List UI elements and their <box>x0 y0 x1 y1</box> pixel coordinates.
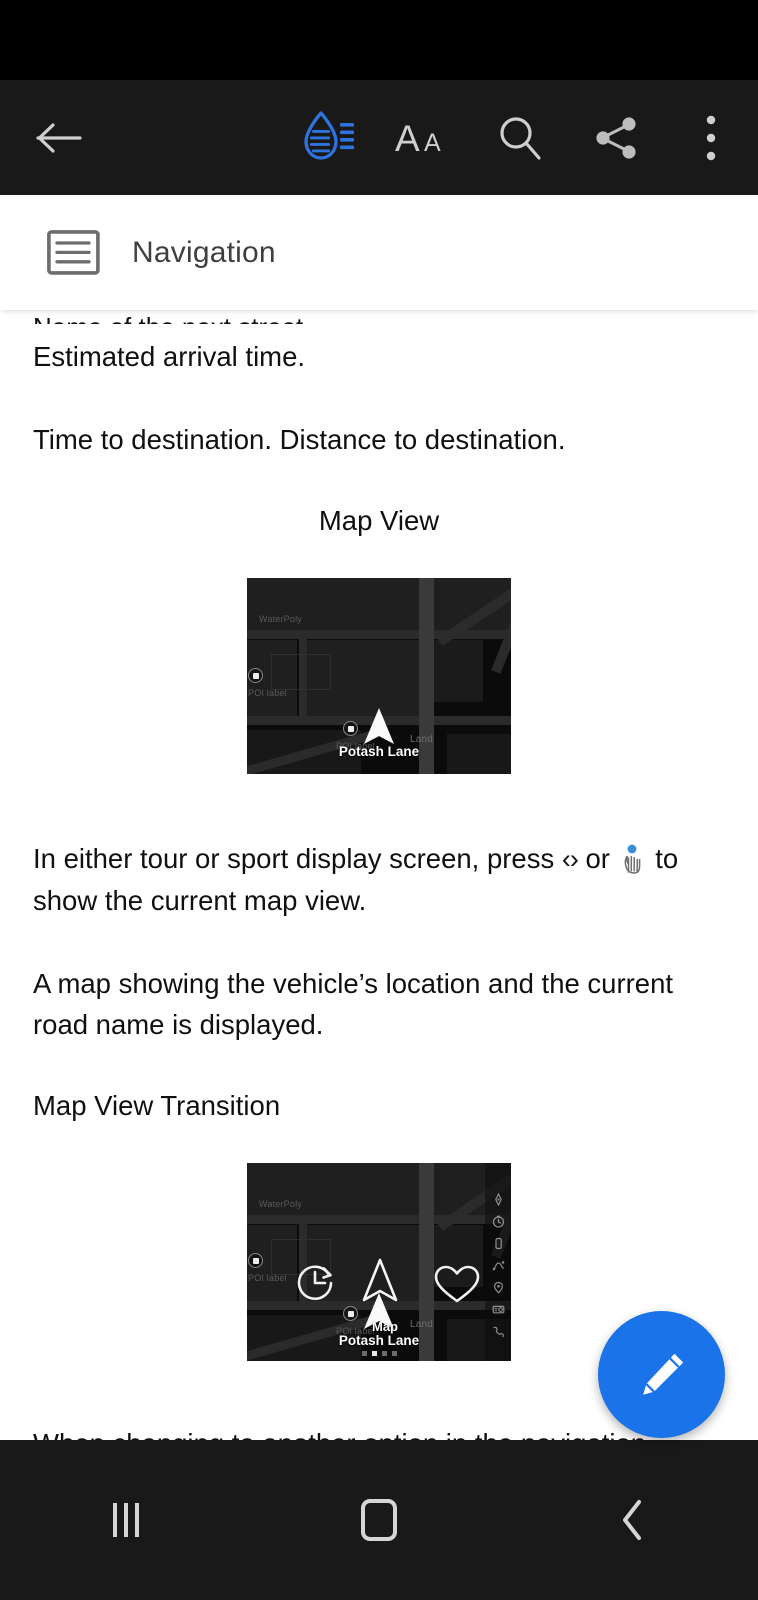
map-label-waterpoly: WaterPoly <box>259 614 302 624</box>
map2-label-waterpoly: WaterPoly <box>259 1199 302 1209</box>
vehicle-arrow-icon <box>361 706 397 748</box>
instruction-middle: or <box>577 843 618 874</box>
chevron-pair-glyph: ‹› <box>561 844 579 874</box>
search-button[interactable] <box>472 80 568 195</box>
page-indicator-dots[interactable] <box>247 1351 511 1356</box>
route-icon[interactable] <box>492 1259 505 1272</box>
phone-device-icon[interactable] <box>492 1237 505 1250</box>
page-dot-active[interactable] <box>371 1351 377 1356</box>
back-chevron-icon <box>619 1498 645 1542</box>
poi-marker-left <box>248 668 263 683</box>
text-size-button[interactable]: A A <box>376 80 472 195</box>
favorites-heart-icon[interactable] <box>433 1263 481 1305</box>
page-dot[interactable] <box>381 1351 387 1356</box>
page-title: Navigation <box>132 235 276 269</box>
reading-theme-button[interactable] <box>280 80 376 195</box>
water-drop-reading-mode-icon <box>300 109 356 167</box>
search-icon <box>495 113 545 163</box>
document-list-icon <box>47 230 100 275</box>
overflow-menu-button[interactable] <box>664 80 758 195</box>
status-bar <box>0 0 758 80</box>
map-view-image: WaterPoly POI label POI label Land Potas… <box>247 578 511 774</box>
compass-icon[interactable] <box>492 1193 505 1206</box>
map-view-transition-image: WaterPoly POI label POI label Land Map P… <box>247 1163 511 1361</box>
recent-history-icon[interactable] <box>293 1259 337 1303</box>
toolbar-back-button[interactable] <box>0 80 118 195</box>
svg-text:A: A <box>424 129 441 157</box>
clipped-previous-line: Name of the next street. <box>33 310 725 324</box>
map-option-rail[interactable] <box>485 1163 511 1361</box>
phone-call-icon[interactable] <box>492 1325 505 1338</box>
nav-home-button[interactable] <box>253 1440 506 1600</box>
caption-map-view: Map View <box>318 505 440 536</box>
phone-screen: A A Navigation Estimated arrival time. T… <box>0 0 758 1600</box>
map-mode-name: Map <box>372 1319 398 1334</box>
map2-road-name: Potash Lane <box>338 1333 420 1348</box>
edit-fab-button[interactable] <box>598 1311 725 1438</box>
poi-marker-center <box>343 1306 358 1321</box>
svg-text:A: A <box>395 118 420 159</box>
map2-label-poi-left: POI label <box>248 1273 287 1283</box>
map2-label-land: Land <box>410 1319 434 1330</box>
system-navigation-bar <box>0 1440 758 1600</box>
paragraph-estimated-arrival: Estimated arrival time. <box>33 341 306 372</box>
pencil-edit-icon <box>634 1347 690 1403</box>
location-pin-icon[interactable] <box>492 1281 505 1294</box>
app-toolbar: A A <box>0 80 758 195</box>
subheading-map-view-transition: Map View Transition <box>33 1090 281 1121</box>
paragraph-press-instruction: In either tour or sport display screen, … <box>33 838 725 921</box>
document-section-header[interactable]: Navigation <box>0 195 758 310</box>
page-dot[interactable] <box>361 1351 367 1356</box>
nav-back-button[interactable] <box>505 1440 758 1600</box>
document-content[interactable]: Name of the next street. Estimated arriv… <box>0 310 758 1440</box>
page-dot[interactable] <box>391 1351 397 1356</box>
share-button[interactable] <box>568 80 664 195</box>
more-vertical-icon <box>705 114 717 162</box>
paragraph-time-distance: Time to destination. Distance to destina… <box>33 424 566 455</box>
paragraph-map-description: A map showing the vehicle’s location and… <box>33 968 674 1040</box>
figure-map-view[interactable]: WaterPoly POI label POI label Land Potas… <box>33 578 725 774</box>
home-icon <box>361 1499 397 1541</box>
clock-icon[interactable] <box>492 1215 505 1228</box>
share-icon <box>592 114 640 162</box>
paragraph-option-change: When changing to another option in the n… <box>33 1423 725 1440</box>
poi-marker-left <box>248 1253 263 1268</box>
map-label-poi-left: POI label <box>248 688 287 698</box>
speed-camera-icon[interactable] <box>492 1303 505 1316</box>
map-road-name: Potash Lane <box>338 744 420 759</box>
recents-icon <box>113 1503 140 1537</box>
text-size-icon: A A <box>394 116 454 160</box>
instruction-prefix: In either tour or sport display screen, … <box>33 843 562 874</box>
nav-recents-button[interactable] <box>0 1440 253 1600</box>
poi-marker-center <box>343 721 358 736</box>
tap-gesture-icon <box>620 844 646 874</box>
